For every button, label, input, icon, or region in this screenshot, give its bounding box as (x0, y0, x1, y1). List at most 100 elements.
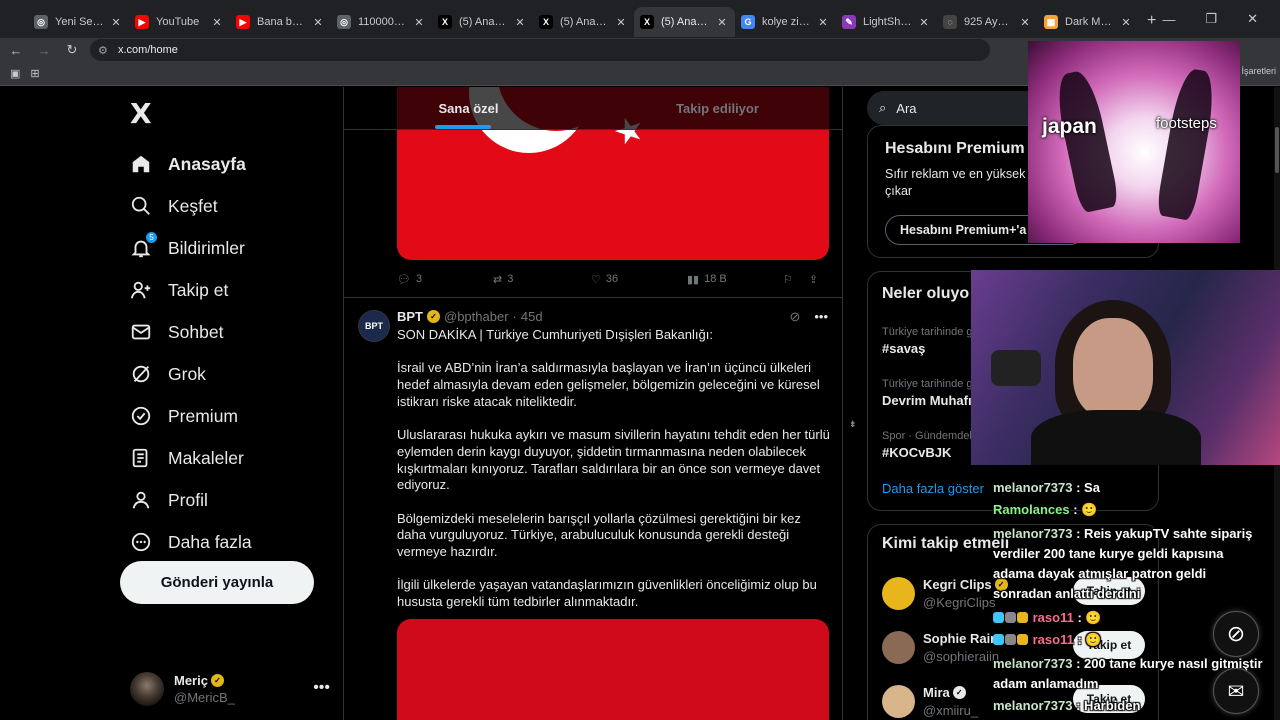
nav-item-follow[interactable]: Takip et (130, 269, 252, 311)
follow-icon (130, 279, 152, 301)
youtube-icon: ▶ (135, 15, 149, 29)
browser-tab[interactable]: ◌ 925 Ayar Gümüş ✕ (937, 7, 1038, 37)
lightshot-icon: ✎ (842, 15, 856, 29)
nav-label: Profil (168, 489, 208, 510)
close-tab-icon[interactable]: ✕ (513, 16, 527, 29)
close-tab-icon[interactable]: ✕ (614, 16, 628, 29)
browser-tab[interactable]: ✎ LightShot tarafından ✕ (836, 7, 937, 37)
reply-icon: 💬︎ (397, 273, 411, 286)
nav-label: Daha fazla (168, 531, 252, 552)
nav-item-grok[interactable]: Grok (130, 353, 252, 395)
views-button[interactable]: ▮▮ 18 B (687, 273, 783, 286)
close-tab-icon[interactable]: ✕ (917, 16, 931, 29)
primary-nav: Anasayfa Keşfet 5 Bildirimler Takip et Sohbet… (130, 143, 252, 563)
browser-tab-strip: ◎ Yeni Sekme ✕ ▶ YouTube ✕ ▶ Bana bana bana ✕ ◎ 11… (0, 0, 1280, 38)
repost-button[interactable]: ⇄ 3 (493, 273, 591, 286)
browser-tab[interactable]: ▶ Bana bana bana ✕ (230, 7, 331, 37)
overlay-word: japan (1042, 115, 1097, 138)
site-info-icon[interactable]: ⚙ (98, 44, 112, 57)
youtube-icon: ▶ (236, 15, 250, 29)
chat-username: raso11 (1032, 610, 1074, 625)
browser-tab[interactable]: ◎ Yeni Sekme ✕ (28, 7, 129, 37)
repost-count: 3 (507, 273, 514, 285)
browser-tab[interactable]: Gkolye zinciri gümüş ✕ (735, 7, 836, 37)
dancer-figure (1155, 66, 1219, 222)
account-switcher[interactable]: Meriç ✓ @MericB_ ••• (130, 669, 330, 709)
show-more-link[interactable]: Daha fazla göster (882, 481, 984, 496)
tweet-text: SON DAKİKA | Türkiye Cumhuriyeti Dışişle… (397, 327, 833, 628)
sidebar-toggle-icon[interactable]: ▣ (10, 67, 20, 80)
browser-tab[interactable]: X (5) Anasayfa / X ✕ (634, 7, 735, 37)
back-icon[interactable]: ← (4, 43, 28, 58)
tab-title: (5) Anasayfa / X (661, 16, 711, 28)
messages-fab[interactable]: ✉ (1213, 668, 1259, 714)
mail-icon (130, 321, 152, 343)
grok-icon[interactable]: ⊘ (789, 309, 800, 325)
avatar[interactable] (882, 685, 915, 718)
browser-tab[interactable]: X (5) Anasayfa / X ✕ (432, 7, 533, 37)
forward-icon[interactable]: → (32, 43, 56, 58)
trend-item[interactable]: Türkiye tarihinde g #savaş (882, 326, 973, 356)
tab-following[interactable]: Takip ediliyor (593, 87, 842, 129)
close-tab-icon[interactable]: ✕ (109, 16, 123, 29)
tab-for-you[interactable]: Sana özel (344, 87, 593, 129)
like-button[interactable]: ♡ 36 (591, 273, 687, 286)
nav-item-premium[interactable]: Premium (130, 395, 252, 437)
scrollbar-thumb[interactable] (1275, 127, 1279, 173)
trend-item[interactable]: Spor · Gündemdek #KOCvBJK (882, 430, 975, 460)
browser-tab[interactable]: ▶ YouTube ✕ (129, 7, 230, 37)
tweet-paragraph: SON DAKİKA | Türkiye Cumhuriyeti Dışişle… (397, 327, 713, 342)
nav-item-home[interactable]: Anasayfa (130, 143, 252, 185)
close-tab-icon[interactable]: ✕ (311, 16, 325, 29)
avatar[interactable] (882, 631, 915, 664)
more-dots-icon[interactable]: ••• (814, 309, 828, 325)
chat-message: melanor7373 : Reis yakupTV sahte sipariş… (993, 524, 1263, 604)
tab-title: LightShot tarafından (863, 16, 913, 28)
close-tab-icon[interactable]: ✕ (1018, 16, 1032, 29)
repost-icon: ⇄ (493, 273, 503, 286)
more-dots-icon[interactable]: ••• (313, 679, 330, 697)
post-button[interactable]: Gönderi yayınla (120, 561, 314, 604)
close-tab-icon[interactable]: ✕ (210, 16, 224, 29)
tweet-avatar[interactable]: BPT (358, 310, 390, 342)
grok-fab[interactable]: ⊘ (1213, 611, 1259, 657)
share-icon[interactable]: ⇪ (809, 273, 818, 286)
tab-title: 110000740053 (358, 16, 408, 28)
browser-tab[interactable]: ◎ 110000740053 ✕ (331, 7, 432, 37)
webcam-overlay (971, 270, 1280, 465)
close-tab-icon[interactable]: ✕ (715, 16, 729, 29)
trend-item[interactable]: Türkiye tarihinde g Devrim Muhafı (882, 378, 973, 408)
nav-label: Sohbet (168, 321, 224, 342)
more-icon (130, 531, 152, 553)
reply-button[interactable]: 💬︎ 3 (397, 273, 493, 286)
avatar[interactable] (882, 577, 915, 610)
profile-icon (130, 489, 152, 511)
nav-item-more[interactable]: Daha fazla (130, 521, 252, 563)
close-tab-icon[interactable]: ✕ (412, 16, 426, 29)
close-tab-icon[interactable]: ✕ (816, 16, 830, 29)
nav-item-search[interactable]: Keşfet (130, 185, 252, 227)
tweet-author-name[interactable]: BPT (397, 309, 423, 324)
trend-name: Devrim Muhafı (882, 393, 972, 408)
x-logo[interactable]: X (130, 97, 152, 130)
reload-icon[interactable]: ↻ (60, 42, 84, 58)
chat-username: raso11 (1032, 632, 1074, 647)
close-window-icon[interactable]: ✕ (1247, 11, 1258, 27)
close-tab-icon[interactable]: ✕ (1119, 16, 1133, 29)
bookmark-icon[interactable]: ⚐ (783, 273, 793, 286)
address-bar[interactable]: ⚙ x.com/home (90, 39, 990, 61)
new-tab-button[interactable]: + (1147, 12, 1156, 30)
restore-icon[interactable]: ❐ (1205, 11, 1217, 27)
minimize-icon[interactable]: — (1162, 12, 1175, 27)
browser-tab[interactable]: ▦ Dark Mode - Chrome ✕ (1038, 7, 1139, 37)
tweet-image[interactable] (397, 619, 829, 720)
grok-icon (130, 363, 152, 385)
nav-item-mail[interactable]: Sohbet (130, 311, 252, 353)
tweet-time[interactable]: 45d (521, 309, 543, 324)
browser-tab[interactable]: X (5) Anasayfa / X ✕ (533, 7, 634, 37)
apps-icon[interactable]: ⊞ (30, 67, 39, 80)
nav-item-profile[interactable]: Profil (130, 479, 252, 521)
tweet-author-handle[interactable]: @bpthaber (444, 309, 509, 324)
nav-item-articles[interactable]: Makaleler (130, 437, 252, 479)
nav-item-bell[interactable]: 5 Bildirimler (130, 227, 252, 269)
